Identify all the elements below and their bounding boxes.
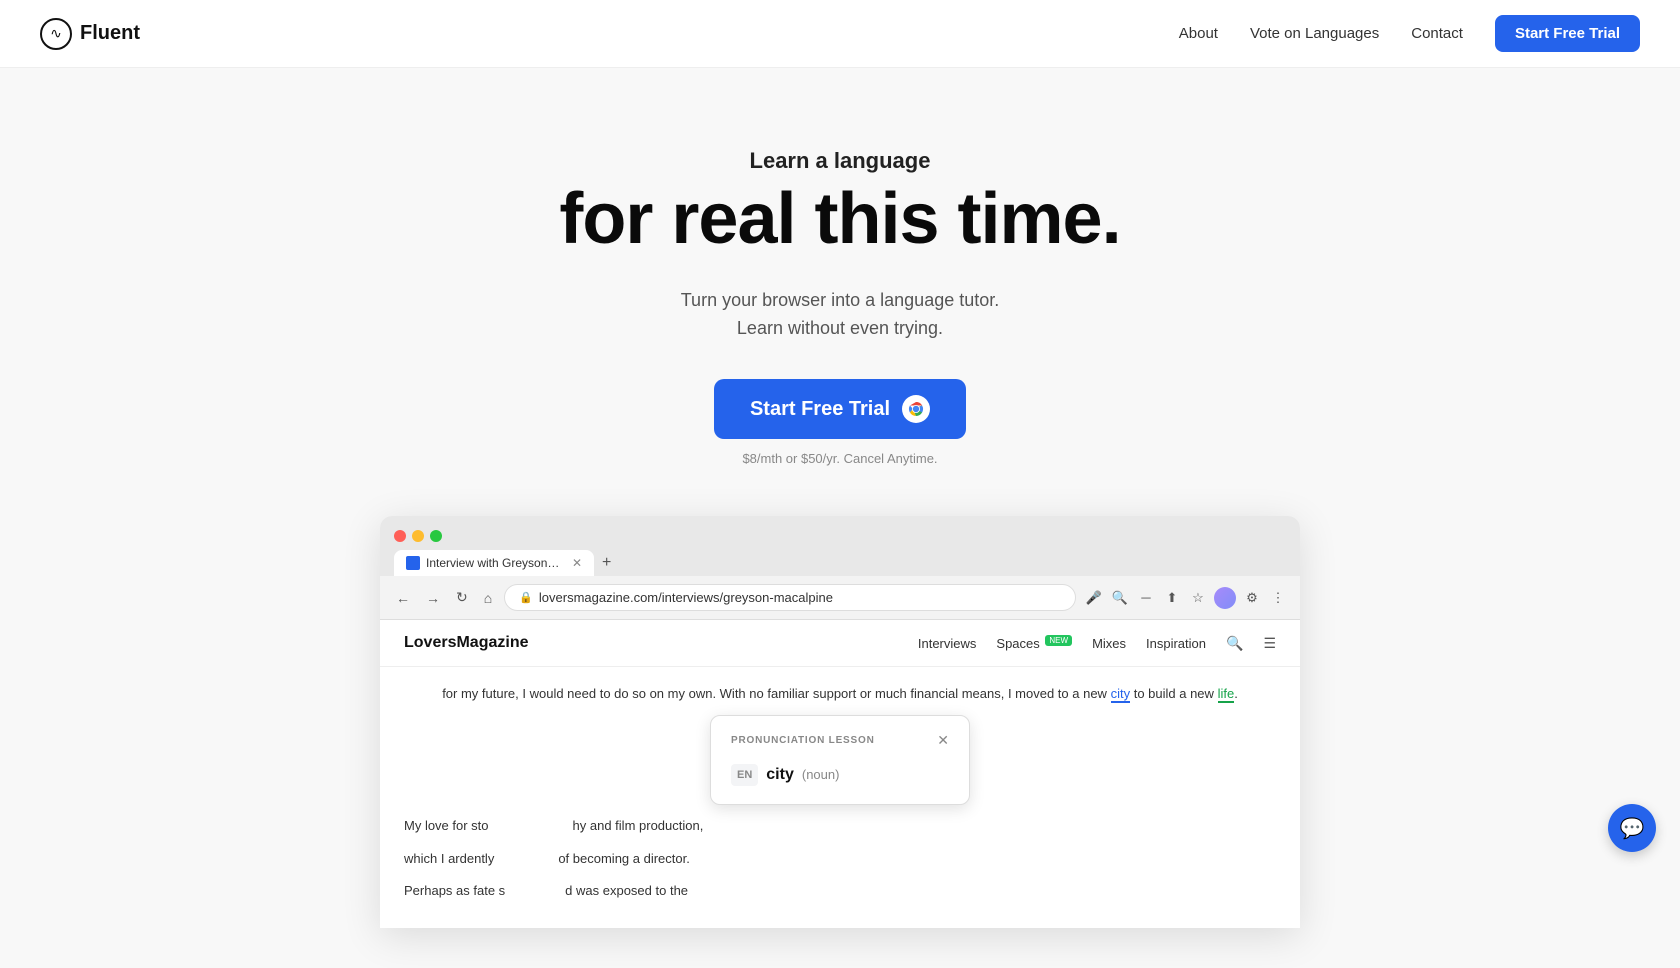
- nav-link-about[interactable]: About: [1179, 25, 1218, 42]
- tab-close-button[interactable]: ✕: [572, 556, 582, 570]
- webpage-menu-icon[interactable]: ☰: [1263, 635, 1276, 652]
- hero-cta-button[interactable]: Start Free Trial: [714, 379, 966, 439]
- spaces-new-badge: NEW: [1045, 635, 1072, 646]
- nav-links: About Vote on Languages Contact Start Fr…: [1179, 15, 1640, 52]
- webpage-link-interviews[interactable]: Interviews: [918, 636, 977, 651]
- webpage-body: for my future, I would need to do so on …: [380, 667, 1300, 928]
- webpage-content: LoversMagazine Interviews Spaces NEW Mix…: [380, 620, 1300, 928]
- hero-subtitle: Learn a language: [750, 148, 931, 174]
- hero-desc-line1: Turn your browser into a language tutor.: [681, 290, 1000, 310]
- browser-mockup: Interview with Greyson Ma ✕ + ← → ↻ ⌂ 🔒 …: [380, 516, 1300, 928]
- nav-cta-button[interactable]: Start Free Trial: [1495, 15, 1640, 52]
- webpage-navbar: LoversMagazine Interviews Spaces NEW Mix…: [380, 620, 1300, 667]
- new-tab-button[interactable]: +: [594, 550, 619, 576]
- hero-desc-line2: Learn without even trying.: [737, 318, 943, 338]
- tab-favicon: [406, 556, 420, 570]
- logo-link[interactable]: ∿ Fluent: [40, 18, 140, 50]
- share-icon[interactable]: ⬆: [1162, 588, 1182, 608]
- microphone-icon[interactable]: 🎤: [1084, 588, 1104, 608]
- browser-chrome-bar: Interview with Greyson Ma ✕ +: [380, 516, 1300, 576]
- popup-header: PRONUNCIATION LESSON ✕: [731, 732, 949, 749]
- hero-cta-wrapper: Start Free Trial: [714, 379, 966, 466]
- logo-icon: ∿: [40, 18, 72, 50]
- webpage-paragraph-2: My love for sto hy and film production,: [404, 815, 1276, 837]
- url-bar[interactable]: 🔒 loversmagazine.com/interviews/greyson-…: [504, 584, 1076, 611]
- hero-section: Learn a language for real this time. Tur…: [0, 68, 1680, 968]
- extensions-icon[interactable]: ⚙: [1242, 588, 1262, 608]
- popup-word-row: EN city (noun): [731, 761, 949, 788]
- nav-link-vote[interactable]: Vote on Languages: [1250, 25, 1379, 42]
- forward-button[interactable]: →: [422, 588, 444, 608]
- webpage-link-mixes[interactable]: Mixes: [1092, 636, 1126, 651]
- logo-text: Fluent: [80, 22, 140, 45]
- back-button[interactable]: ←: [392, 588, 414, 608]
- pronunciation-popup: PRONUNCIATION LESSON ✕ EN city (noun): [710, 715, 970, 805]
- nav-link-contact[interactable]: Contact: [1411, 25, 1463, 42]
- popup-word: city: [766, 761, 794, 788]
- popup-pos: (noun): [802, 764, 840, 786]
- profile-avatar[interactable]: [1214, 587, 1236, 609]
- browser-toolbar: ← → ↻ ⌂ 🔒 loversmagazine.com/interviews/…: [380, 576, 1300, 620]
- webpage-paragraph-3: which I ardently of becoming a director.: [404, 848, 1276, 870]
- refresh-button[interactable]: ↻: [452, 587, 472, 608]
- menu-icon[interactable]: ⋮: [1268, 588, 1288, 608]
- pronunciation-popup-container: PRONUNCIATION LESSON ✕ EN city (noun): [710, 715, 970, 805]
- traffic-lights: [394, 526, 1286, 542]
- webpage-search-icon[interactable]: 🔍: [1226, 635, 1243, 652]
- traffic-light-green[interactable]: [430, 530, 442, 542]
- url-lock-icon: 🔒: [519, 591, 533, 604]
- url-text: loversmagazine.com/interviews/greyson-ma…: [539, 590, 833, 605]
- zoom-out-icon[interactable]: －: [1136, 588, 1156, 608]
- webpage-nav-links: Interviews Spaces NEW Mixes Inspiration …: [918, 635, 1276, 652]
- webpage-link-spaces[interactable]: Spaces NEW: [996, 636, 1072, 651]
- webpage-link-inspiration[interactable]: Inspiration: [1146, 636, 1206, 651]
- chrome-icon: [902, 395, 930, 423]
- word-city[interactable]: city: [1111, 686, 1131, 703]
- home-button[interactable]: ⌂: [480, 588, 496, 608]
- webpage-paragraph-4: Perhaps as fate s d was exposed to the: [404, 880, 1276, 902]
- traffic-light-red[interactable]: [394, 530, 406, 542]
- chat-icon: 💬: [1620, 816, 1645, 841]
- popup-label: PRONUNCIATION LESSON: [731, 732, 875, 749]
- tab-bar: Interview with Greyson Ma ✕ +: [394, 550, 1286, 576]
- search-icon[interactable]: 🔍: [1110, 588, 1130, 608]
- navbar: ∿ Fluent About Vote on Languages Contact…: [0, 0, 1680, 68]
- popup-lang: EN: [731, 764, 758, 787]
- word-life[interactable]: life: [1218, 686, 1235, 703]
- hero-description: Turn your browser into a language tutor.…: [681, 286, 1000, 344]
- hero-title: for real this time.: [559, 182, 1120, 258]
- traffic-light-yellow[interactable]: [412, 530, 424, 542]
- chat-widget[interactable]: 💬: [1608, 804, 1656, 852]
- popup-close-button[interactable]: ✕: [937, 732, 949, 749]
- webpage-paragraph-1: for my future, I would need to do so on …: [404, 683, 1276, 705]
- hero-pricing-note: $8/mth or $50/yr. Cancel Anytime.: [742, 451, 937, 466]
- browser-tab-active[interactable]: Interview with Greyson Ma ✕: [394, 550, 594, 576]
- bookmark-icon[interactable]: ☆: [1188, 588, 1208, 608]
- webpage-logo: LoversMagazine: [404, 634, 528, 652]
- toolbar-icons: 🎤 🔍 － ⬆ ☆ ⚙ ⋮: [1084, 587, 1288, 609]
- tab-title: Interview with Greyson Ma: [426, 556, 560, 570]
